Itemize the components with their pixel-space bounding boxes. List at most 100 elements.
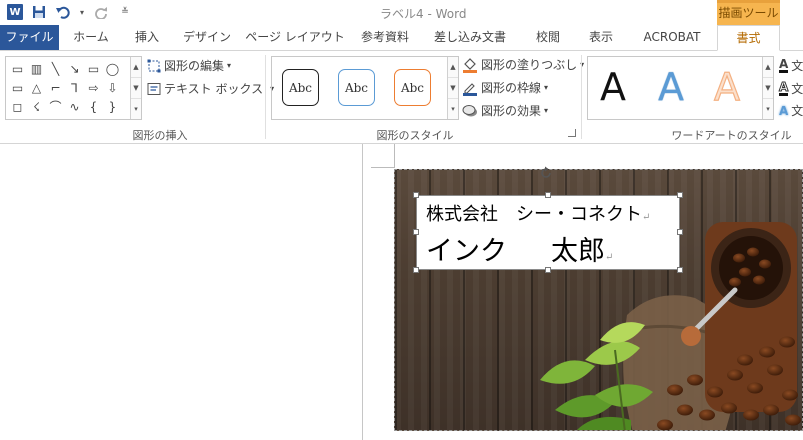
undo-icon[interactable] <box>54 3 72 21</box>
shape-styles-scroll[interactable]: ▲ ▼ ▾ <box>447 57 458 119</box>
document-workspace: 株式会社 シー・コネクト↵ インク 太郎↵ <box>0 144 803 440</box>
ribbon: ▭ ▥ ╲ ↘ ▭ ◯ ▭ △ ⌐ ⅂ ⇨ ⇩ ◻ ☇ ⌒ ∿ { } ▲ ▼ … <box>0 51 803 144</box>
wordart-styles-scroll[interactable]: ▲ ▼ ▾ <box>762 57 773 119</box>
ribbon-tab-bar: ファイル ホーム 挿入 デザイン ページ レイアウト 参考資料 差し込み文書 校… <box>0 25 803 51</box>
gallery-down-icon[interactable]: ▼ <box>448 78 458 99</box>
redo-icon[interactable] <box>92 3 110 21</box>
shape-styles-gallery[interactable]: Abc Abc Abc ▲ ▼ ▾ <box>271 56 459 120</box>
shape-item[interactable]: △ <box>27 78 46 97</box>
rotate-handle-icon[interactable] <box>539 166 553 180</box>
group-divider <box>581 55 582 139</box>
document-page[interactable]: 株式会社 シー・コネクト↵ インク 太郎↵ <box>363 144 803 440</box>
shape-item[interactable]: ◯ <box>103 59 122 78</box>
chevron-down-icon: ▾ <box>544 106 549 115</box>
tab-file[interactable]: ファイル <box>0 25 59 50</box>
resize-handle[interactable] <box>413 192 419 198</box>
shape-grid: ▭ ▥ ╲ ↘ ▭ ◯ ▭ △ ⌐ ⅂ ⇨ ⇩ ◻ ☇ ⌒ ∿ { } <box>8 59 122 116</box>
quick-access-toolbar: W ▾ ≚ <box>6 3 134 21</box>
tab-view[interactable]: 表示 <box>578 25 624 50</box>
gallery-more-icon[interactable]: ▾ <box>763 99 773 119</box>
chevron-down-icon: ▾ <box>227 61 232 70</box>
wordart-style-black[interactable]: A <box>600 63 626 111</box>
edit-shape-button[interactable]: 図形の編集 ▾ <box>147 57 231 74</box>
shapes-gallery[interactable]: ▭ ▥ ╲ ↘ ▭ ◯ ▭ △ ⌐ ⅂ ⇨ ⇩ ◻ ☇ ⌒ ∿ { } ▲ ▼ … <box>5 56 142 120</box>
shape-item[interactable]: ⌐ <box>46 78 65 97</box>
dialog-launcher-icon[interactable] <box>568 129 576 137</box>
person-name-line[interactable]: インク 太郎↵ <box>426 229 613 268</box>
tab-home[interactable]: ホーム <box>64 25 118 50</box>
shape-style-preset[interactable]: Abc <box>282 69 319 106</box>
company-name-line[interactable]: 株式会社 シー・コネクト↵ <box>426 200 650 226</box>
navigation-pane <box>0 144 363 440</box>
contextual-tab-header: 描画ツール <box>717 0 780 25</box>
shape-effects-button[interactable]: 図形の効果 ▾ <box>462 102 548 119</box>
tab-references[interactable]: 参考資料 <box>354 25 416 50</box>
undo-dropdown-icon[interactable]: ▾ <box>78 3 86 21</box>
gallery-more-icon[interactable]: ▾ <box>131 99 141 119</box>
tab-design[interactable]: デザイン <box>178 25 236 50</box>
shape-item[interactable]: ⇨ <box>84 78 103 97</box>
gallery-down-icon[interactable]: ▼ <box>763 78 773 99</box>
shape-item[interactable]: ☇ <box>27 97 46 116</box>
resize-handle[interactable] <box>413 229 419 235</box>
paragraph-mark-icon: ↵ <box>605 252 614 263</box>
gallery-up-icon[interactable]: ▲ <box>448 57 458 78</box>
chevron-down-icon: ▾ <box>544 83 549 92</box>
title-bar: W ▾ ≚ ラベル4 - Word 描画ツール <box>0 0 803 25</box>
shape-item[interactable]: ◻ <box>8 97 27 116</box>
resize-handle[interactable] <box>677 267 683 273</box>
tab-format[interactable]: 書式 <box>717 25 780 51</box>
margin-guide <box>371 167 395 168</box>
shape-item[interactable]: ╲ <box>46 59 65 78</box>
paint-bucket-icon <box>463 57 477 73</box>
shapes-gallery-scroll[interactable]: ▲ ▼ ▾ <box>130 57 141 119</box>
shape-style-preset[interactable]: Abc <box>338 69 375 106</box>
gallery-up-icon[interactable]: ▲ <box>763 57 773 78</box>
shape-item[interactable]: ▭ <box>8 59 27 78</box>
coffee-background-image[interactable]: 株式会社 シー・コネクト↵ インク 太郎↵ <box>394 169 803 431</box>
tab-review[interactable]: 校閲 <box>524 25 572 50</box>
shape-item[interactable]: { <box>84 97 103 116</box>
shape-item[interactable]: } <box>103 97 122 116</box>
shape-outline-button[interactable]: 図形の枠線 ▾ <box>462 79 548 96</box>
resize-handle[interactable] <box>677 229 683 235</box>
resize-handle[interactable] <box>545 192 551 198</box>
shape-item[interactable]: ▭ <box>84 59 103 78</box>
shape-item[interactable]: ⇩ <box>103 78 122 97</box>
tab-mailings[interactable]: 差し込み文書 <box>424 25 516 50</box>
shape-item[interactable]: ⅂ <box>65 78 84 97</box>
name-text-box[interactable]: 株式会社 シー・コネクト↵ インク 太郎↵ <box>416 195 680 270</box>
paragraph-mark-icon: ↵ <box>642 212 651 223</box>
shape-item[interactable]: ⌒ <box>46 97 65 116</box>
gallery-more-icon[interactable]: ▾ <box>448 99 458 119</box>
save-icon[interactable] <box>30 3 48 21</box>
shape-item[interactable]: ∿ <box>65 97 84 116</box>
gallery-down-icon[interactable]: ▼ <box>131 78 141 99</box>
wordart-styles-gallery[interactable]: A A A ▲ ▼ ▾ <box>587 56 774 120</box>
tab-page-layout[interactable]: ページ レイアウト <box>244 25 346 50</box>
shape-item[interactable]: ▥ <box>27 59 46 78</box>
tab-acrobat[interactable]: ACROBAT <box>632 25 712 50</box>
text-fill-button[interactable]: A 文 <box>779 57 803 74</box>
word-app-icon[interactable]: W <box>6 3 24 21</box>
margin-guide <box>394 144 395 168</box>
shape-style-preset[interactable]: Abc <box>394 69 431 106</box>
text-box-button[interactable]: テキスト ボックス ▾ <box>147 80 274 97</box>
pencil-icon <box>463 82 477 96</box>
wordart-style-blue[interactable]: A <box>658 63 684 111</box>
text-effects-button[interactable]: A 文 <box>779 102 803 119</box>
wordart-style-orange[interactable]: A <box>713 63 740 111</box>
shape-item[interactable]: ↘ <box>65 59 84 78</box>
group-divider <box>265 55 266 139</box>
customize-qat-icon[interactable]: ≚ <box>116 3 134 21</box>
resize-handle[interactable] <box>413 267 419 273</box>
group-label-insert-shapes: 図形の挿入 <box>132 129 188 142</box>
tab-insert[interactable]: 挿入 <box>124 25 170 50</box>
gallery-up-icon[interactable]: ▲ <box>131 57 141 78</box>
text-outline-button[interactable]: A 文 <box>778 80 803 97</box>
shape-fill-button[interactable]: 図形の塗りつぶし ▾ <box>462 56 584 73</box>
shape-item[interactable]: ▭ <box>8 78 27 97</box>
resize-handle[interactable] <box>677 192 683 198</box>
group-label-shape-styles: 図形のスタイル <box>376 129 454 142</box>
resize-handle[interactable] <box>545 267 551 273</box>
